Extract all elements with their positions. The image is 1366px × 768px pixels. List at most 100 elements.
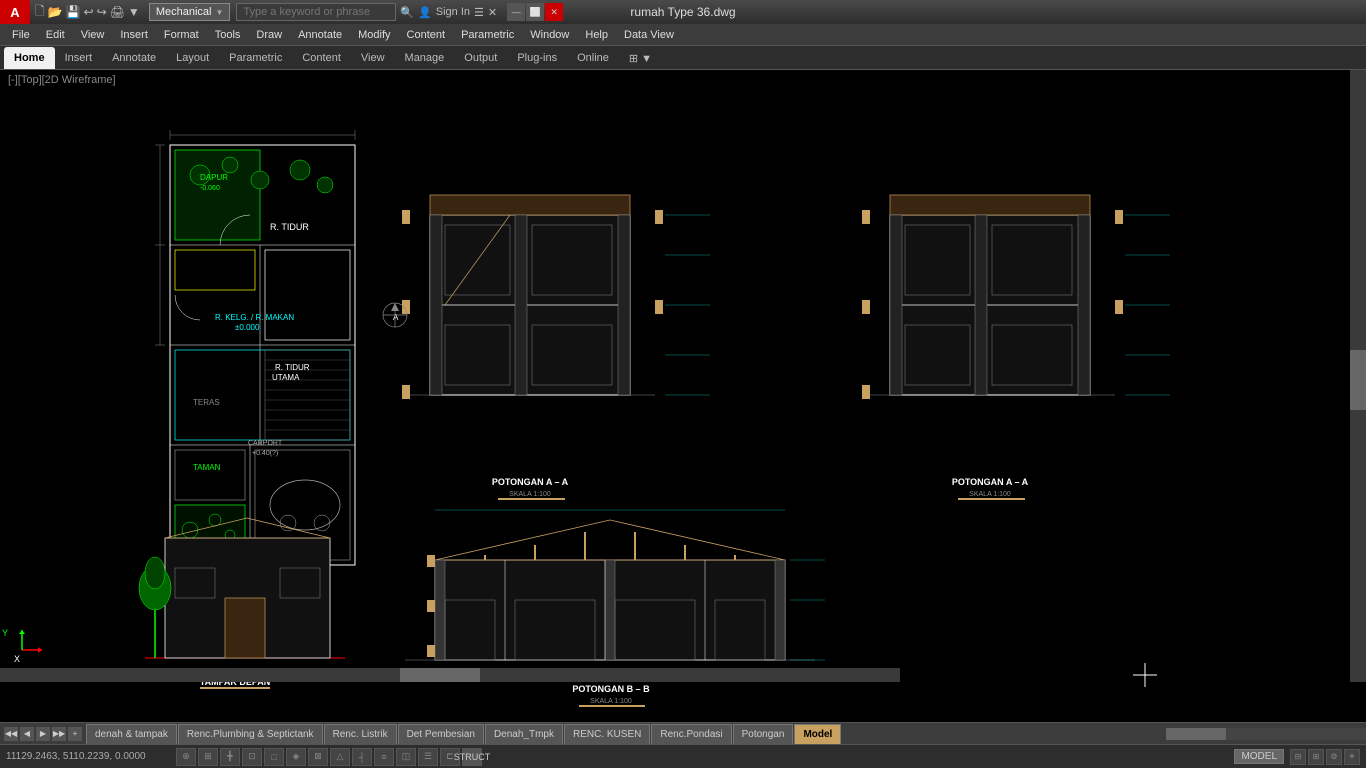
ribbon-tab-view[interactable]: View	[351, 47, 395, 69]
ortho-mode-icon[interactable]: ╋	[220, 748, 240, 766]
svg-text:Y: Y	[2, 628, 8, 638]
tab-scrollbar	[1166, 723, 1366, 744]
workspace-selector[interactable]: Mechanical	[149, 3, 231, 21]
object-snap-icon[interactable]: □	[264, 748, 284, 766]
ribbon-tab-⊞-▼[interactable]: ⊞ ▼	[619, 47, 662, 69]
svg-text:SKALA 1:100: SKALA 1:100	[590, 698, 632, 705]
keyword-search[interactable]	[236, 3, 396, 21]
maximize-button[interactable]: ⬜	[526, 3, 544, 21]
plot-icon[interactable]: 🖨	[110, 5, 125, 19]
menu-item-draw[interactable]: Draw	[248, 24, 290, 46]
sign-in-button[interactable]: Sign In	[436, 6, 470, 18]
menu-item-data-view[interactable]: Data View	[616, 24, 682, 46]
sheet-tab-model[interactable]: Model	[794, 724, 841, 744]
menu-item-help[interactable]: Help	[577, 24, 616, 46]
ribbon-tab-parametric[interactable]: Parametric	[219, 47, 292, 69]
qa-more-icon[interactable]: ▼	[128, 5, 140, 19]
transparency-icon[interactable]: ◫	[396, 748, 416, 766]
menu-item-modify[interactable]: Modify	[350, 24, 398, 46]
viewport-icon[interactable]: ⊟	[1290, 749, 1306, 765]
sheet-tab-renc--kusen[interactable]: RENC. KUSEN	[564, 724, 650, 744]
sheet-tab-renc--listrik[interactable]: Renc. Listrik	[324, 724, 397, 744]
app-menu-icon[interactable]: ☰	[474, 6, 484, 19]
svg-text:R. TIDUR: R. TIDUR	[270, 222, 309, 232]
close-icon[interactable]: ✕	[488, 6, 497, 19]
svg-text:UTAMA: UTAMA	[272, 373, 300, 382]
menu-item-file[interactable]: File	[4, 24, 38, 46]
svg-text:SKALA 1:100: SKALA 1:100	[969, 491, 1011, 498]
sun-icon[interactable]: ☀	[1344, 749, 1360, 765]
dyn-input-icon[interactable]: ┤	[352, 748, 372, 766]
sign-in-label: Sign In	[436, 6, 470, 18]
menu-item-window[interactable]: Window	[522, 24, 577, 46]
status-bar: 11129.2463, 5110.2239, 0.0000 ⊕ ⊞ ╋ ⊡ □ …	[0, 744, 1366, 768]
menu-item-content[interactable]: Content	[399, 24, 454, 46]
view-icons: ⊟ ⊞ ⚙ ☀	[1290, 749, 1360, 765]
svg-text:±0.000: ±0.000	[235, 323, 260, 332]
menu-item-annotate[interactable]: Annotate	[290, 24, 350, 46]
snap-grid-icon[interactable]: ⊕	[176, 748, 196, 766]
ribbon-tabs: HomeInsertAnnotateLayoutParametricConten…	[0, 46, 1366, 70]
menu-item-parametric[interactable]: Parametric	[453, 24, 522, 46]
struct-label[interactable]: STRUCT	[462, 748, 482, 766]
layout-icon[interactable]: ⊞	[1308, 749, 1324, 765]
ribbon-tab-content[interactable]: Content	[292, 47, 351, 69]
menu-item-view[interactable]: View	[73, 24, 113, 46]
svg-text:R. TIDUR: R. TIDUR	[275, 363, 310, 372]
ribbon-tab-plug-ins[interactable]: Plug-ins	[507, 47, 567, 69]
sheet-tab-denah_tmpk[interactable]: Denah_Tmpk	[485, 724, 563, 744]
redo-icon[interactable]: ↪	[97, 5, 107, 19]
sheet-tab-det-pembesian[interactable]: Det Pembesian	[398, 724, 484, 744]
object-snap-tracking-icon[interactable]: ⊠	[308, 748, 328, 766]
3dosnap-icon[interactable]: ◈	[286, 748, 306, 766]
grid-display-icon[interactable]: ⊞	[198, 748, 218, 766]
svg-text:+0.40(?): +0.40(?)	[252, 450, 278, 457]
ribbon-tab-layout[interactable]: Layout	[166, 47, 219, 69]
coordinates-display: 11129.2463, 5110.2239, 0.0000	[6, 751, 166, 762]
drawing-area[interactable]: [-][Top][2D Wireframe]	[0, 70, 1366, 722]
svg-text:R. KELG. / R. MAKAN: R. KELG. / R. MAKAN	[215, 313, 294, 322]
tab-next-button[interactable]: ▶	[36, 727, 50, 741]
quickprops-icon[interactable]: ☰	[418, 748, 438, 766]
sheet-tab-potongan[interactable]: Potongan	[733, 724, 794, 744]
save-icon[interactable]: 💾	[66, 5, 81, 19]
minimize-button[interactable]: —	[507, 3, 525, 21]
gear-icon[interactable]: ⚙	[1326, 749, 1342, 765]
titlebar: A 🗋 📂 💾 ↩ ↪ 🖨 ▼ Mechanical rumah Type 36…	[0, 0, 1366, 24]
ribbon-tab-online[interactable]: Online	[567, 47, 619, 69]
view-label: [-][Top][2D Wireframe]	[8, 74, 116, 86]
sheet-tab-denah---tampak[interactable]: denah & tampak	[86, 724, 177, 744]
new-icon[interactable]: 🗋	[35, 2, 45, 23]
polar-tracking-icon[interactable]: ⊡	[242, 748, 262, 766]
title-right-area: 🔍 👤 Sign In ☰ ✕	[230, 3, 503, 21]
ribbon-tab-home[interactable]: Home	[4, 47, 55, 69]
add-sheet-button[interactable]: +	[68, 727, 82, 741]
svg-text:POTONGAN A – A: POTONGAN A – A	[492, 477, 569, 487]
ribbon-tab-insert[interactable]: Insert	[55, 47, 103, 69]
search-btn-icon[interactable]: 🔍	[400, 6, 414, 19]
tab-nav: ◀◀ ◀ ▶ ▶▶ +	[4, 727, 82, 741]
lineweight-icon[interactable]: ≡	[374, 748, 394, 766]
menu-item-insert[interactable]: Insert	[112, 24, 156, 46]
quick-access-toolbar: 🗋 📂 💾 ↩ ↪ 🖨 ▼	[30, 2, 145, 23]
sheet-tab-renc-pondasi[interactable]: Renc.Pondasi	[651, 724, 731, 744]
ribbon-tab-output[interactable]: Output	[454, 47, 507, 69]
menu-item-format[interactable]: Format	[156, 24, 207, 46]
open-icon[interactable]: 📂	[48, 5, 63, 19]
ribbon-tab-manage[interactable]: Manage	[395, 47, 455, 69]
ribbon-tab-annotate[interactable]: Annotate	[102, 47, 166, 69]
close-button[interactable]: ✕	[545, 3, 563, 21]
tab-last-button[interactable]: ▶▶	[52, 727, 66, 741]
help-icon[interactable]: 👤	[418, 6, 432, 19]
undo-icon[interactable]: ↩	[84, 5, 94, 19]
menu-item-tools[interactable]: Tools	[207, 24, 249, 46]
tab-first-button[interactable]: ◀◀	[4, 727, 18, 741]
sheet-tab-renc-plumbing---septictank[interactable]: Renc.Plumbing & Septictank	[178, 724, 323, 744]
svg-text:-0.060: -0.060	[200, 185, 220, 192]
svg-text:TERAS: TERAS	[193, 398, 220, 407]
model-badge[interactable]: MODEL	[1234, 749, 1284, 764]
tab-prev-button[interactable]: ◀	[20, 727, 34, 741]
dynamic-ucs-icon[interactable]: △	[330, 748, 350, 766]
window-controls: — ⬜ ✕	[507, 3, 563, 21]
menu-item-edit[interactable]: Edit	[38, 24, 73, 46]
